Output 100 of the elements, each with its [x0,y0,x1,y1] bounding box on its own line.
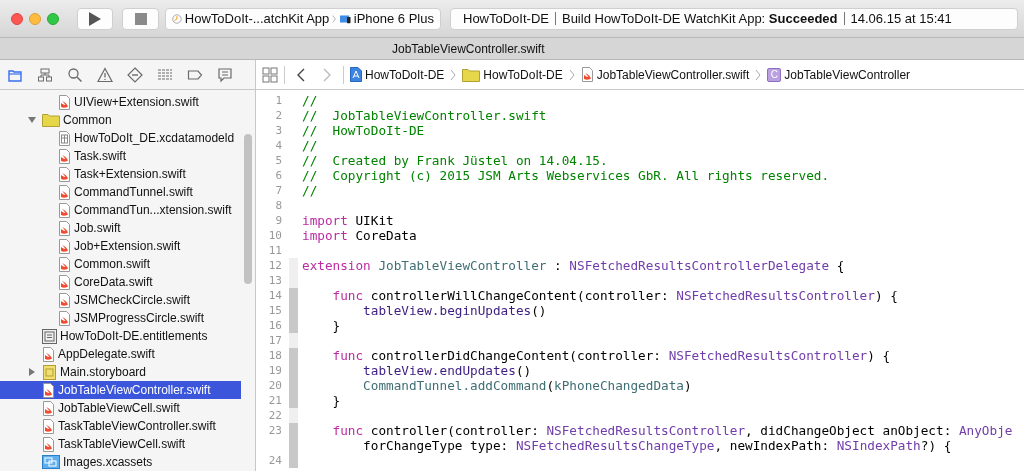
zoom-button[interactable] [47,12,59,25]
warning-icon [97,66,113,83]
tab-title: JobTableViewController.swift [392,40,545,58]
file-row[interactable]: Common [0,111,241,129]
swift-file-icon [58,292,71,308]
breadcrumb-item[interactable]: HowToDoIt-DE [462,65,563,84]
fold-ribbon[interactable] [289,273,298,288]
file-row[interactable]: CommandTunnel.swift [0,183,241,201]
fold-ribbon[interactable] [289,453,298,468]
swift-file-icon [42,382,55,398]
storyboard-icon [42,364,57,380]
breadcrumb-item[interactable]: C JobTableViewController [767,65,911,84]
code-line: // JobTableViewController.swift [301,108,547,123]
file-row[interactable]: UIView+Extension.swift [0,93,241,111]
grid-icon[interactable] [262,66,278,83]
fold-ribbon[interactable] [289,423,298,438]
chevron-icon [332,12,337,25]
file-row[interactable]: TaskTableViewController.swift [0,417,241,435]
line-number: 9 [274,213,283,228]
swift-file-icon [58,94,71,110]
file-row[interactable]: HowToDoIt-DE.entitlements [0,327,241,345]
diamond-icon [127,66,143,83]
list-icon [157,66,173,83]
swift-file-icon [58,202,71,218]
file-row[interactable]: JSMCheckCircle.swift [0,291,241,309]
code-line: CommandTunnel.addCommand(kPhoneChangedData) [362,378,692,393]
folder-icon [42,113,60,127]
breadcrumb-item[interactable]: HowToDoIt-DE [350,65,445,84]
file-row[interactable]: JSMProgressCircle.swift [0,309,241,327]
disclosure-triangle-icon[interactable] [28,116,36,124]
file-row[interactable]: CommandTun...xtension.swift [0,201,241,219]
code-line: import UIKit [301,213,394,228]
fold-ribbon[interactable] [289,348,298,363]
fold-ribbon[interactable] [289,393,298,408]
chevron-left-icon [297,68,305,83]
swift-file-icon [58,148,71,164]
stop-button[interactable] [122,7,159,30]
line-number: 13 [267,273,283,288]
fold-ribbon[interactable] [289,333,298,348]
scheme-selector[interactable]: HowToDoIt-...atchKit App iPhone 6 Plus [165,7,441,30]
status-project: HowToDoIt-DE [463,9,549,28]
fold-ribbon[interactable] [289,408,298,423]
line-number: 6 [274,168,283,183]
run-button[interactable] [77,7,113,30]
code-line: // [301,138,318,153]
minimize-button[interactable] [29,12,41,25]
code-line: func controllerDidChangeContent(controller: NSFetchedResultsController) { [331,348,891,363]
line-number: 1 [274,93,283,108]
line-number: 5 [274,153,283,168]
line-number: 22 [267,408,283,423]
file-row[interactable]: JobTableViewController.swift [0,381,241,399]
status-message: Build HowToDoIt-DE WatchKit App: Succeeded [561,9,838,28]
chevron-right-icon [323,68,331,83]
disclosure-triangle-icon[interactable] [28,368,36,376]
close-button[interactable] [11,12,23,25]
project-icon [350,67,362,82]
line-number: 14 [267,288,283,303]
file-row[interactable]: JobTableViewCell.swift [0,399,241,417]
code-line: extension JobTableViewController : NSFetchedResultsControllerDelegate { [301,258,845,273]
line-number: 8 [274,198,283,213]
file-row[interactable]: TaskTableViewCell.swift [0,435,241,453]
file-row[interactable]: Main.storyboard [0,363,241,381]
fold-ribbon[interactable] [289,288,298,303]
line-number: 12 [267,258,283,273]
file-row[interactable]: Job.swift [0,219,241,237]
line-number: 7 [274,183,283,198]
swift-file-icon [58,220,71,236]
play-icon [89,11,101,26]
stop-icon [134,12,147,25]
file-row[interactable]: HowToDoIt_DE.xcdatamodeld [0,129,241,147]
file-row[interactable]: Task.swift [0,147,241,165]
hierarchy-icon [37,66,53,83]
code-line: // [301,93,318,108]
watch-icon [172,11,182,26]
file-row[interactable]: Images.xcassets [0,453,241,471]
search-icon [67,66,83,83]
file-row[interactable]: Job+Extension.swift [0,237,241,255]
scrollbar[interactable] [244,134,252,284]
line-number: 2 [274,108,283,123]
code-line: tableView.endUpdates() [362,363,532,378]
file-row[interactable]: Common.swift [0,255,241,273]
code-line: // [301,183,318,198]
line-number: 20 [267,378,283,393]
fold-ribbon[interactable] [289,318,298,333]
line-number: 15 [267,303,283,318]
swift-file-icon [42,400,55,416]
swift-file-icon [58,184,71,200]
line-number: 24 [267,453,283,468]
swift-file-icon [580,67,594,82]
file-row[interactable]: AppDelegate.swift [0,345,241,363]
code-line: func controller(controller: NSFetchedResultsController, didChangeObject anObject: AnyObje [331,423,1013,438]
line-number: 4 [274,138,283,153]
code-line: tableView.beginUpdates() [362,303,547,318]
code-line: func controllerWillChangeContent(controller: NSFetchedResultsController) { [331,288,898,303]
file-row[interactable]: Task+Extension.swift [0,165,241,183]
code-line: import CoreData [301,228,417,243]
code-line: // HowToDoIt-DE [301,123,425,138]
file-row[interactable]: CoreData.swift [0,273,241,291]
folder-icon [462,67,481,82]
breadcrumb-item[interactable]: JobTableViewController.swift [580,65,750,84]
